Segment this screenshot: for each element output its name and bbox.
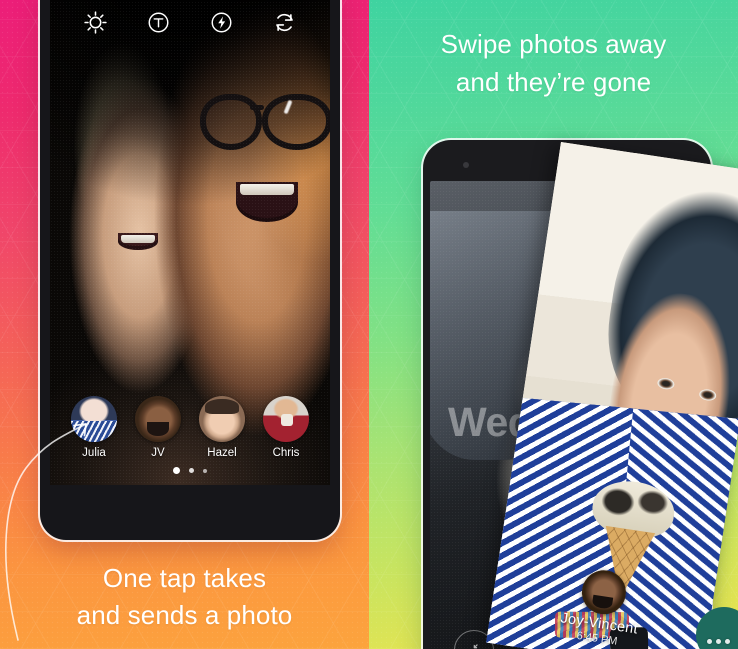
left-headline-line2: and sends a photo [76,600,293,631]
dot [706,638,712,644]
eyeglasses-graphic [200,94,330,150]
contact-name: Chris [272,447,300,459]
left-promo-panel: Julia JV Hazel Chris One tap takes and s… [0,0,369,649]
left-phone-mockup: Julia JV Hazel Chris [40,0,340,540]
page-dot-active[interactable] [173,467,180,474]
contacts-strip: Julia JV Hazel Chris [50,396,330,459]
avatar[interactable] [71,396,117,442]
right-promo-panel: Swipe photos away and they’re gone Wed 1… [369,0,738,649]
sender-avatar[interactable] [578,567,629,618]
dot [715,638,721,644]
lens-left [200,94,262,150]
front-camera-icon [463,162,469,168]
flash-icon[interactable] [208,9,235,36]
teeth-woman [121,235,155,243]
lens-glint [283,99,293,115]
avatar[interactable] [135,396,181,442]
contact-name: JV [151,447,165,459]
lens-right [262,94,330,150]
camera-flip-icon[interactable] [271,9,298,36]
eye-left [656,377,676,391]
dot [724,638,730,644]
contact-name: Julia [82,447,106,459]
app-store-screenshot-pair: Julia JV Hazel Chris One tap takes and s… [0,0,738,649]
text-icon[interactable] [145,9,172,36]
smile-man [236,182,298,222]
left-headline: One tap takes and sends a photo [0,560,369,635]
glasses-bridge [250,105,264,110]
brightness-icon[interactable] [82,9,109,36]
right-headline: Swipe photos away and they’re gone [369,26,738,101]
left-headline-line1: One tap takes [102,562,267,593]
camera-toolbar [50,2,330,42]
avatar[interactable] [263,396,309,442]
smile-woman [118,233,158,250]
contact-chris[interactable]: Chris [263,396,309,459]
contact-jv[interactable]: JV [135,396,181,459]
page-dots [50,467,330,474]
page-dot[interactable] [203,468,207,473]
contact-hazel[interactable]: Hazel [199,396,245,459]
right-headline-line2: and they’re gone [455,66,652,97]
right-headline-line1: Swipe photos away [440,29,667,59]
camera-screen[interactable]: Julia JV Hazel Chris [50,0,330,485]
teeth-man [240,184,294,195]
contact-julia[interactable]: Julia [71,396,117,459]
page-dot[interactable] [189,468,194,473]
contact-name: Hazel [207,447,237,459]
eye-right [698,387,717,402]
avatar[interactable] [199,396,245,442]
